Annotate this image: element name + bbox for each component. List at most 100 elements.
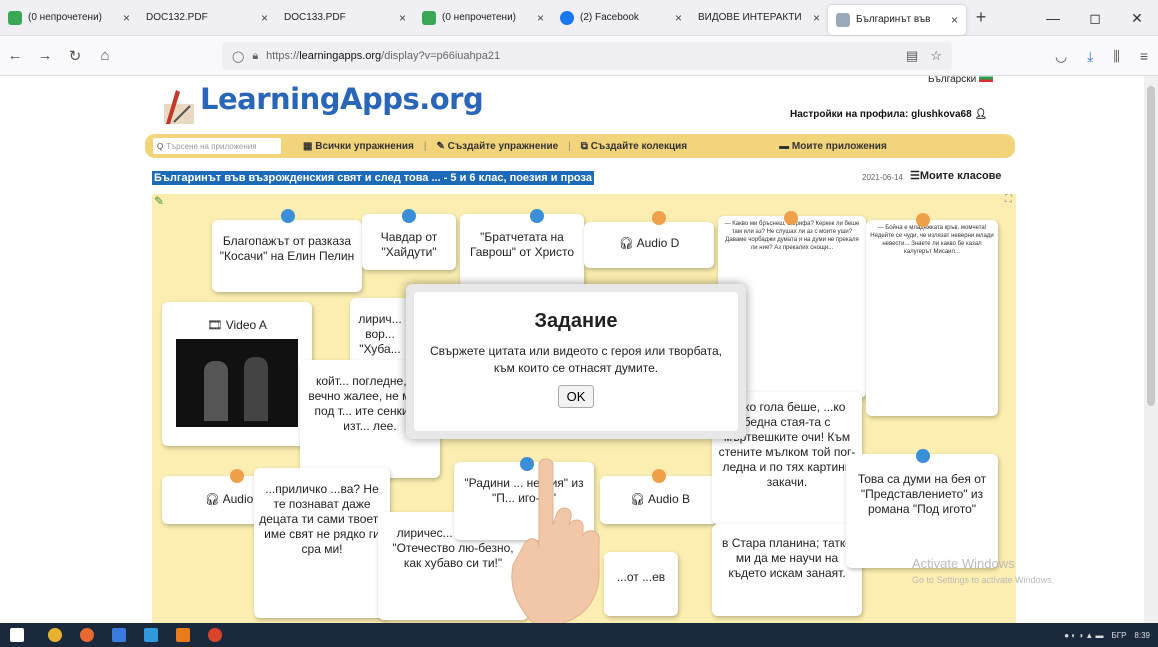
browser-tab[interactable]: (0 непрочетени) × [414,0,552,36]
card-bey[interactable]: Това са думи на бея от "Представлението"… [846,454,998,568]
browser-tab[interactable]: DOC133.PDF × [276,0,414,36]
close-window-icon[interactable]: ✕ [1116,0,1158,36]
system-tray: ● ◐ ◑ ▲ ▬ БГР 8:39 [1064,623,1150,647]
url-domain: learningapps.org [299,50,382,62]
pin-orange [652,211,666,225]
headphones-icon: 🎧︎ [204,492,220,506]
menu-create-exercise[interactable]: ✎ Създайте упражнение [437,141,559,152]
menu-icon[interactable]: ≡ [1140,48,1148,64]
close-icon[interactable]: × [123,11,130,25]
url-path: /display?v=p66iuahpa21 [381,50,501,62]
browser-tab[interactable]: (2) Facebook × [552,0,690,36]
bookmark-star-icon[interactable]: ☆ [930,48,942,64]
windows-watermark: Activate Windows [912,556,1015,571]
video-figure [204,361,228,421]
card-video-a[interactable]: 🎞︎ Video A [162,302,312,446]
date-label: 2021-06-14 [862,173,903,182]
forward-icon[interactable]: → [30,47,60,64]
pin-orange [230,469,244,483]
download-icon[interactable]: ⤓ [1087,48,1093,65]
window-controls: — ◻ ✕ [1032,0,1158,36]
task-dialog-body: Задание Свържете цитата или видеото с ге… [414,292,738,431]
learningapps-icon [836,12,850,27]
browser-tab[interactable]: DOC132.PDF × [138,0,276,36]
app-icon[interactable] [208,628,222,642]
site-logo[interactable]: LearningApps.org [200,82,484,116]
fullscreen-icon[interactable]: ⛶ [1005,194,1012,205]
close-icon[interactable]: × [399,11,406,25]
user-icon: 👤︎ [974,109,988,120]
card-quote-boyna[interactable]: — Бойна е младежката кръв, момчета! Неде… [866,220,998,416]
menu-my-apps[interactable]: ▬ Моите приложения [779,141,887,152]
list-icon: ☰ [910,170,920,182]
windows-taskbar: ● ◐ ◑ ▲ ▬ БГР 8:39 [0,623,1158,647]
chrome-icon[interactable] [48,628,62,642]
close-icon[interactable]: × [813,11,820,25]
app-icon[interactable] [144,628,158,642]
folder-icon: ▬ [779,140,792,152]
card-bratchetata[interactable]: "Братчетата на Гаврош" от Христо [460,214,584,288]
clock[interactable]: 8:39 [1134,631,1150,640]
input-language[interactable]: БГР [1112,631,1127,640]
app-icon[interactable] [176,628,190,642]
new-tab-button[interactable]: + [966,7,996,28]
menu-all-exercises[interactable]: ▦ Всички упражнения [303,141,414,152]
language-selector[interactable]: Български [928,76,993,85]
video-thumbnail[interactable] [176,339,298,427]
browser-tab-active[interactable]: Българинът във × [828,4,966,35]
video-figure [244,357,268,421]
mail-icon [422,10,436,25]
grid-icon: ▦ [303,140,316,152]
search-input[interactable]: Q Търсене на приложения [153,138,281,154]
task-dialog: Задание Свържете цитата или видеото с ге… [406,284,746,439]
library-icon[interactable]: ⫼ [1113,48,1119,65]
close-icon[interactable]: × [675,11,682,25]
dialog-title: Задание [534,310,618,332]
divider: | [423,140,427,152]
browser-tab[interactable]: (0 непрочетени) × [0,0,138,36]
site-menu-bar: Q Търсене на приложения ▦ Всички упражнен… [145,134,1015,158]
navigation-bar: ← → ↻ ⌂ ◯ 🔒︎ https://learningapps.org/di… [0,36,1158,76]
pointing-hand-icon [511,458,600,625]
minimize-icon[interactable]: — [1032,0,1074,36]
dialog-text: Свържете цитата или видеото с героя или … [430,344,722,375]
firefox-icon[interactable] [80,628,94,642]
my-classes-link[interactable]: ☰Моите класове [910,169,1001,182]
card-audio-d[interactable]: 🎧︎ Audio D [584,222,714,268]
close-icon[interactable]: × [537,11,544,25]
back-icon[interactable]: ← [0,47,30,64]
home-icon[interactable]: ⌂ [90,47,120,64]
search-icon: Q [157,141,164,151]
url-prefix: https:// [266,50,300,62]
lock-icon: 🔒︎ [252,49,259,62]
film-icon: 🎞︎ [207,318,223,332]
reader-icon[interactable]: ▤ [906,48,918,64]
close-icon[interactable]: × [951,13,958,27]
tray-icons[interactable]: ● ◐ ◑ ▲ ▬ [1064,631,1103,640]
divider: | [568,140,571,152]
pin-blue [402,209,416,223]
app-icon[interactable] [112,628,126,642]
profile-settings[interactable]: Настройки на профила: glushkova68 👤︎ [790,109,987,120]
ok-button[interactable]: OK [557,385,595,408]
url-bar[interactable]: ◯ 🔒︎ https://learningapps.org/display?v=… [222,42,952,70]
collection-icon: ⧉ [580,140,591,152]
start-icon[interactable] [10,628,24,642]
pencil-icon: ✎ [436,140,448,152]
browser-tab[interactable]: ВИДОВЕ ИНТЕРАКТИ × [690,0,828,36]
toolbar-right: ◡ ⤓ ⫼ ≡ [1055,36,1148,76]
pin-orange [784,211,798,225]
close-icon[interactable]: × [261,11,268,25]
flag-icon [978,76,993,82]
card-prilichno[interactable]: ...приличко ...ва? Не те познават даже д… [254,468,390,618]
maximize-icon[interactable]: ◻ [1074,0,1116,36]
menu-create-collection[interactable]: ⧉ Създайте колекция [581,141,687,152]
headphones-icon: 🎧︎ [618,236,634,250]
windows-watermark-hint: Go to Settings to activate Windows. [912,575,1055,585]
card-stara-planina[interactable]: в Стара планина; татко ми да ме научи на… [712,524,862,616]
pocket-icon[interactable]: ◡ [1055,48,1067,65]
reload-icon[interactable]: ↻ [60,47,90,65]
card-blagopazh[interactable]: Благопажът от разказа "Косачи" на Елин П… [212,220,362,292]
scrollbar-thumb[interactable] [1147,86,1155,406]
edit-icon[interactable]: ✎ [154,194,164,208]
